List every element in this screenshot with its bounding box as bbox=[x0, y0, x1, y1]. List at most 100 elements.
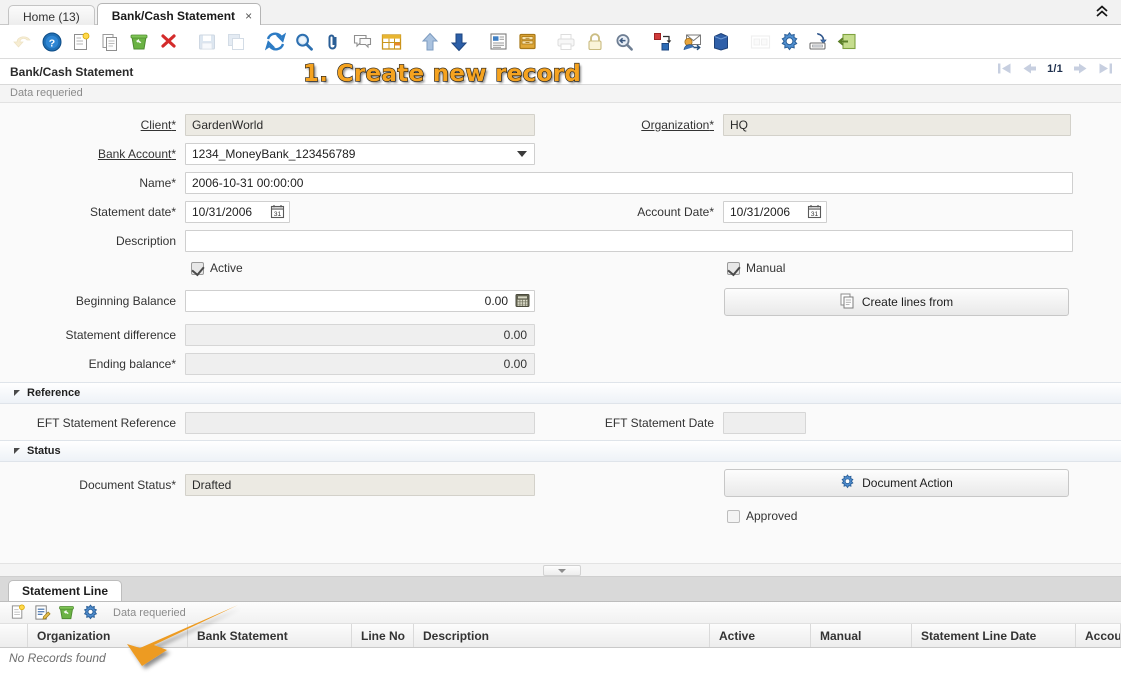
grid-column-statement-line-date[interactable]: Statement Line Date bbox=[912, 624, 1076, 647]
exit-icon[interactable] bbox=[836, 31, 858, 53]
tab-statement-line[interactable]: Statement Line bbox=[8, 580, 122, 601]
field-name-required: * bbox=[171, 176, 176, 190]
section-header-reference[interactable]: Reference bbox=[0, 382, 1121, 404]
organization-value: HQ bbox=[723, 114, 1071, 136]
field-bank-account-control[interactable]: 1234_MoneyBank_123456789 bbox=[185, 143, 535, 165]
attachment-icon[interactable] bbox=[322, 31, 344, 53]
grid-toggle-icon[interactable] bbox=[380, 31, 402, 53]
copy-record-icon[interactable] bbox=[99, 31, 121, 53]
gear-icon[interactable] bbox=[81, 604, 99, 622]
last-record-button[interactable] bbox=[1098, 62, 1113, 75]
parent-record-icon[interactable] bbox=[419, 31, 441, 53]
field-client-control: GardenWorld bbox=[185, 114, 535, 136]
approved-checkbox[interactable] bbox=[727, 510, 740, 523]
grid-column-bank-statement[interactable]: Bank Statement bbox=[188, 624, 352, 647]
page-title: Bank/Cash Statement bbox=[10, 65, 133, 79]
archive-icon[interactable] bbox=[516, 31, 538, 53]
field-document-status-control: Drafted bbox=[185, 474, 535, 496]
field-approved-label: Approved bbox=[746, 509, 797, 523]
field-organization-label[interactable]: Organization* bbox=[538, 118, 723, 132]
window-tab-bank-cash-statement[interactable]: Bank/Cash Statement × bbox=[97, 3, 261, 27]
copy-lines-icon bbox=[840, 293, 855, 312]
field-bank-account: Bank Account* 1234_MoneyBank_123456789 bbox=[0, 143, 535, 165]
section-header-status[interactable]: Status bbox=[0, 440, 1121, 462]
next-record-button[interactable] bbox=[1073, 62, 1088, 75]
field-bank-account-label-text: Bank Account bbox=[98, 147, 171, 161]
grid-column-description[interactable]: Description bbox=[414, 624, 710, 647]
active-checkbox[interactable] bbox=[191, 262, 204, 275]
bank-account-value[interactable]: 1234_MoneyBank_123456789 bbox=[185, 143, 535, 165]
refresh-icon[interactable] bbox=[264, 31, 286, 53]
calendar-icon[interactable]: 31 bbox=[807, 204, 823, 220]
field-client-required: * bbox=[171, 118, 176, 132]
previous-record-button[interactable] bbox=[1022, 62, 1037, 75]
field-client-label-text: Client bbox=[141, 118, 172, 132]
description-value[interactable] bbox=[185, 230, 1073, 252]
field-eft-statement-date-control bbox=[723, 412, 806, 434]
export-icon[interactable] bbox=[807, 31, 829, 53]
window-tab-home[interactable]: Home (13) bbox=[8, 5, 95, 27]
grid-column-manual[interactable]: Manual bbox=[811, 624, 912, 647]
field-client-label[interactable]: Client* bbox=[0, 118, 185, 132]
field-active-label: Active bbox=[210, 261, 243, 275]
field-account-date-label-text: Account Date bbox=[637, 205, 709, 219]
field-statement-date-control: 10/31/2006 31 bbox=[185, 201, 290, 223]
save-create-icon[interactable] bbox=[225, 31, 247, 53]
manual-checkbox[interactable] bbox=[727, 262, 740, 275]
find-icon[interactable] bbox=[293, 31, 315, 53]
field-manual-label: Manual bbox=[746, 261, 785, 275]
field-manual[interactable]: Manual bbox=[727, 261, 785, 275]
tab-strip: Home (13) Bank/Cash Statement × bbox=[8, 3, 263, 27]
product-info-icon[interactable] bbox=[710, 31, 732, 53]
grid-column-line-no[interactable]: Line No bbox=[352, 624, 414, 647]
recycle-bin-icon[interactable] bbox=[57, 604, 75, 622]
view-layout-icon[interactable] bbox=[749, 31, 771, 53]
grid-column-active[interactable]: Active bbox=[710, 624, 811, 647]
field-statement-date: Statement date* 10/31/2006 31 bbox=[0, 201, 290, 223]
chat-icon[interactable] bbox=[351, 31, 373, 53]
name-value[interactable]: 2006-10-31 00:00:00 bbox=[185, 172, 1073, 194]
ending-balance-value: 0.00 bbox=[185, 353, 535, 375]
splitter-handle[interactable] bbox=[543, 565, 581, 576]
document-action-button[interactable]: Document Action bbox=[724, 469, 1069, 497]
field-account-date-label: Account Date* bbox=[538, 205, 723, 219]
field-eft-statement-reference: EFT Statement Reference bbox=[0, 412, 535, 434]
edit-record-icon[interactable] bbox=[33, 604, 51, 622]
close-icon[interactable]: × bbox=[245, 10, 252, 22]
help-icon[interactable]: ? bbox=[41, 31, 63, 53]
grid-column-account[interactable]: Accou bbox=[1076, 624, 1121, 647]
calendar-icon[interactable]: 31 bbox=[270, 204, 286, 220]
panel-splitter[interactable] bbox=[0, 563, 1121, 577]
detail-record-icon[interactable] bbox=[448, 31, 470, 53]
field-name-label-text: Name bbox=[139, 176, 171, 190]
field-bank-account-label[interactable]: Bank Account* bbox=[0, 147, 185, 161]
recycle-bin-icon[interactable] bbox=[128, 31, 150, 53]
field-active[interactable]: Active bbox=[191, 261, 243, 275]
gear-icon bbox=[840, 474, 855, 492]
section-collapse-icon bbox=[14, 448, 20, 454]
calculator-icon[interactable] bbox=[515, 293, 531, 309]
new-record-icon[interactable] bbox=[70, 31, 92, 53]
create-lines-from-button[interactable]: Create lines from bbox=[724, 288, 1069, 316]
new-record-icon[interactable] bbox=[9, 604, 27, 622]
save-icon[interactable] bbox=[196, 31, 218, 53]
field-ending-balance-control: 0.00 bbox=[185, 353, 535, 375]
document-status-value: Drafted bbox=[185, 474, 535, 496]
delete-record-icon[interactable] bbox=[157, 31, 179, 53]
beginning-balance-value[interactable]: 0.00 bbox=[185, 290, 535, 312]
field-approved[interactable]: Approved bbox=[727, 509, 797, 523]
field-account-date: Account Date* 10/31/2006 31 bbox=[538, 201, 827, 223]
undo-icon[interactable] bbox=[12, 31, 34, 53]
active-workflow-icon[interactable] bbox=[652, 31, 674, 53]
preference-icon[interactable] bbox=[778, 31, 800, 53]
grid-column-organization[interactable]: Organization bbox=[28, 624, 188, 647]
requests-icon[interactable] bbox=[681, 31, 703, 53]
report-icon[interactable] bbox=[487, 31, 509, 53]
grid-column-select[interactable] bbox=[0, 624, 28, 647]
first-record-button[interactable] bbox=[997, 62, 1012, 75]
print-icon[interactable] bbox=[555, 31, 577, 53]
chevron-double-up-icon[interactable] bbox=[1091, 2, 1113, 22]
lock-icon[interactable] bbox=[584, 31, 606, 53]
field-eft-statement-reference-label-text: EFT Statement Reference bbox=[37, 416, 176, 430]
zoom-across-icon[interactable] bbox=[613, 31, 635, 53]
